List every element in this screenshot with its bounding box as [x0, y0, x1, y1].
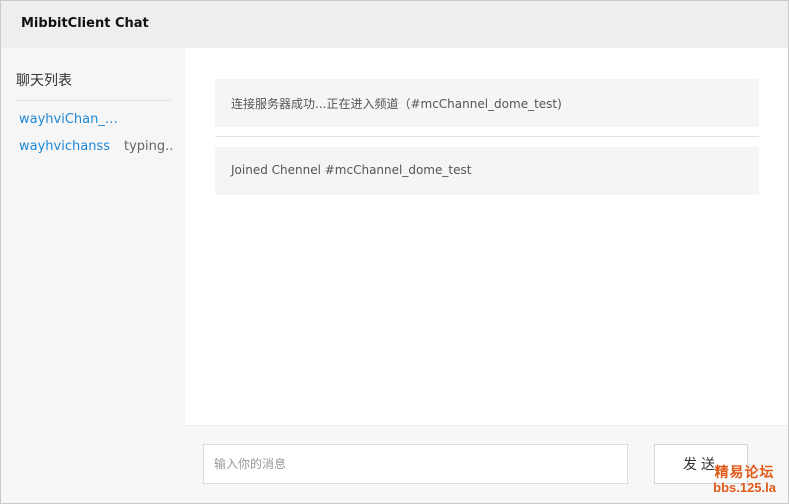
message-input[interactable] [203, 444, 628, 484]
message-area[interactable]: 连接服务器成功...正在进入频道（#mcChannel_dome_test) J… [185, 48, 788, 425]
watermark-logo: 精易论坛 bbs.125.la [713, 464, 776, 496]
watermark-line1: 精易论坛 [714, 464, 775, 480]
sidebar-divider [16, 100, 171, 101]
chat-item-name[interactable]: wayhviChan_d... [19, 112, 119, 127]
app-title: MibbitClient Chat [21, 16, 149, 31]
system-message: Joined Chennel #mcChannel_dome_test [215, 147, 759, 195]
chat-item-status: typing.. [124, 139, 174, 154]
chat-list-sidebar: 聊天列表 wayhviChan_d... wayhvichanss typing… [1, 48, 185, 503]
title-bar: MibbitClient Chat [1, 1, 788, 48]
app-window: MibbitClient Chat 聊天列表 wayhviChan_d... w… [0, 0, 789, 504]
chat-list-item[interactable]: wayhvichanss typing.. [19, 139, 174, 161]
message-divider [215, 136, 759, 137]
chat-list-heading: 聊天列表 [16, 73, 72, 89]
system-message: 连接服务器成功...正在进入频道（#mcChannel_dome_test) [215, 79, 759, 127]
chat-item-name[interactable]: wayhvichanss [19, 139, 119, 154]
watermark-line2: bbs.125.la [713, 480, 776, 495]
chat-list-item[interactable]: wayhviChan_d... [19, 112, 174, 134]
composer-bar: 发送 [185, 425, 788, 503]
